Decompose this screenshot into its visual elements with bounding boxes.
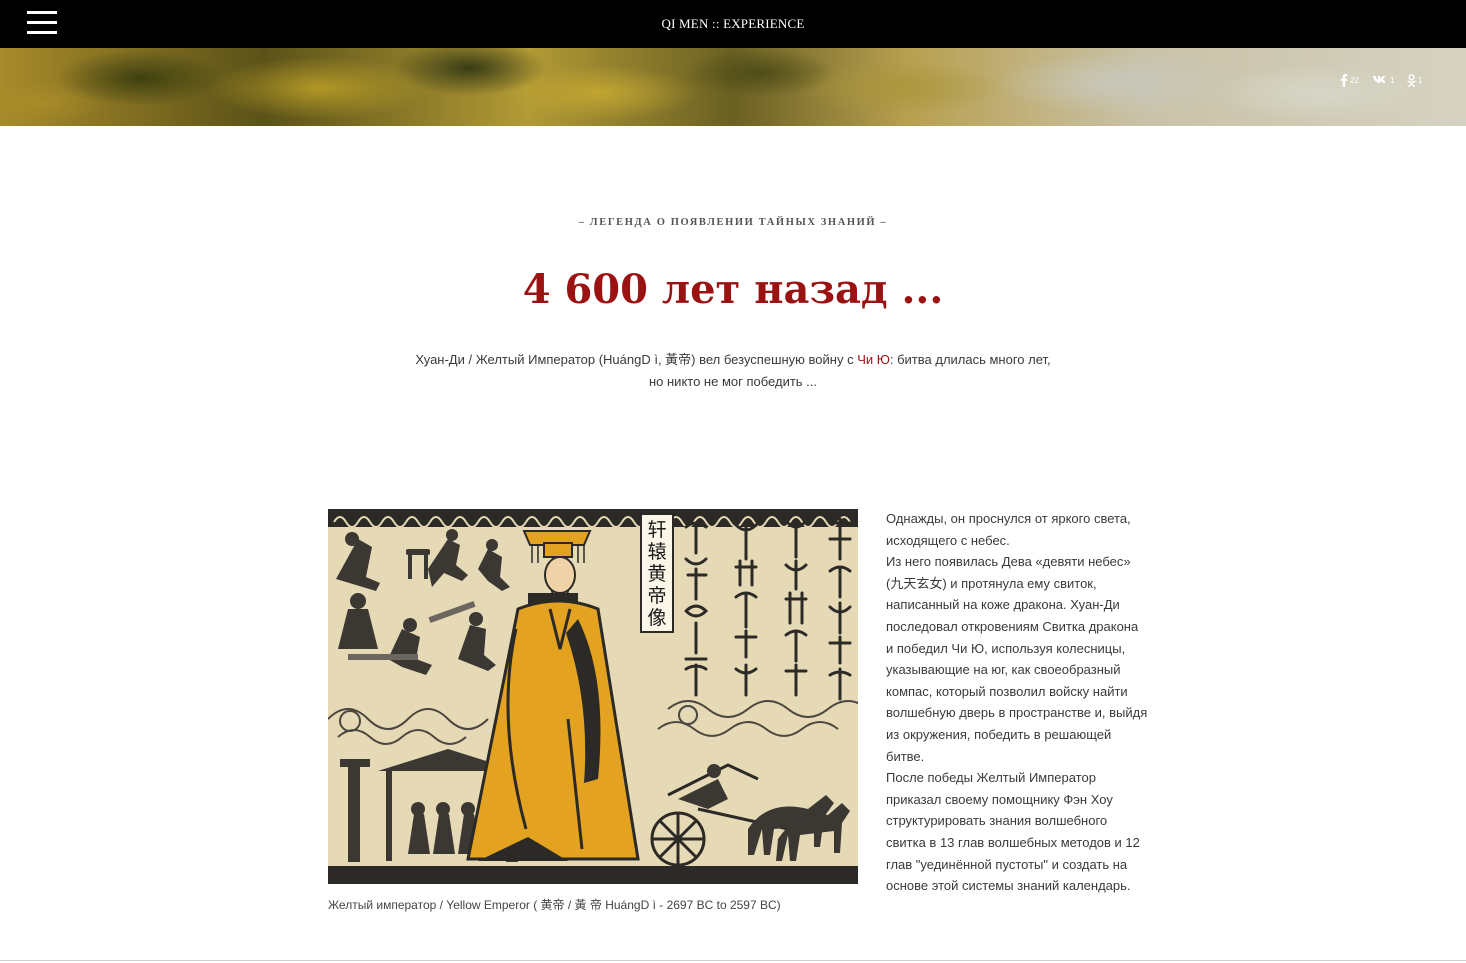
yellow-emperor-illustration: 轩 辕 黄 帝 像 <box>328 509 858 884</box>
section-divider <box>0 960 1466 961</box>
odnoklassniki-share-button[interactable]: 1 <box>1407 72 1422 88</box>
story-paragraph-1: Однажды, он проснулся от яркого света, и… <box>886 511 1131 548</box>
label-char-3: 黄 <box>647 563 666 585</box>
section-kicker: – ЛЕГЕНДА О ПОЯВЛЕНИИ ТАЙНЫХ ЗНАНИЙ – <box>578 217 888 228</box>
label-char-4: 帝 <box>647 585 666 607</box>
lead-paragraph: Хуан-Ди / Желтый Император (HuángD ì, 黃帝… <box>383 349 1083 393</box>
story-paragraph-3: После победы Желтый Император приказал с… <box>886 770 1140 894</box>
yellow-emperor-artwork: 轩 辕 黄 帝 像 <box>328 509 858 884</box>
facebook-icon <box>1340 73 1348 87</box>
hamburger-menu-icon[interactable] <box>27 11 57 35</box>
facebook-share-button[interactable]: 22 <box>1340 72 1359 88</box>
page-headline: 4 600 лет назад ... <box>522 266 944 313</box>
lead-text-line2: но никто не мог победить ... <box>648 374 818 389</box>
lead-text-after-link: : битва длилась много лет, <box>889 352 1051 367</box>
figure-caption: Желтый император / Yellow Emperor ( 黄帝 /… <box>328 898 781 912</box>
vk-icon <box>1373 76 1386 83</box>
hero-banner-image <box>0 48 1466 126</box>
lead-text-before-link: Хуан-Ди / Желтый Император (HuángD ì, 黃帝… <box>415 352 858 367</box>
story-paragraph-2: Из него появилась Дева «девяти небес» (九… <box>886 554 1148 764</box>
odnoklassniki-icon <box>1407 73 1416 87</box>
label-char-1: 轩 <box>647 519 666 541</box>
vk-share-button[interactable]: 1 <box>1373 72 1394 88</box>
odnoklassniki-share-count: 1 <box>1418 75 1423 85</box>
chi-you-link[interactable]: Чи Ю <box>857 352 890 367</box>
site-title: QI MEN :: EXPERIENCE <box>661 16 805 31</box>
story-text: Однажды, он проснулся от яркого света, и… <box>886 508 1148 897</box>
vk-share-count: 1 <box>1390 75 1395 85</box>
facebook-share-count: 22 <box>1350 75 1359 85</box>
top-navigation-bar: QI MEN :: EXPERIENCE <box>0 0 1466 48</box>
label-char-2: 辕 <box>647 541 666 563</box>
label-char-5: 像 <box>647 607 666 629</box>
